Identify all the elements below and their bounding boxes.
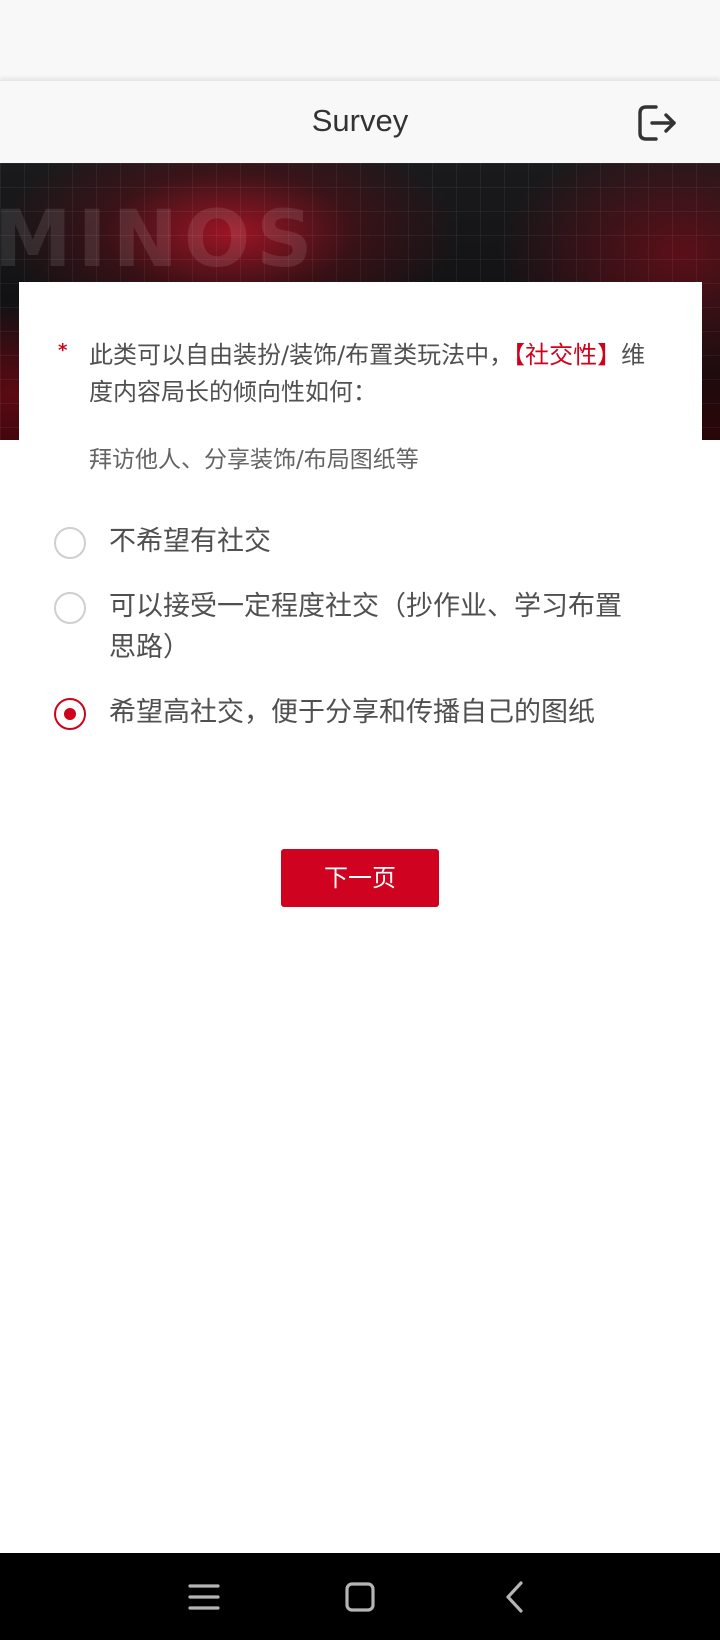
question-title-highlight: 【社交性】: [513, 341, 622, 369]
radio-selected-dot: [64, 708, 76, 720]
logout-icon[interactable]: [634, 99, 682, 147]
next-page-button[interactable]: 下一页: [281, 849, 439, 907]
required-mark: *: [58, 340, 68, 361]
option-high-social[interactable]: 希望高社交，便于分享和传播自己的图纸: [54, 697, 654, 778]
banner-logo: MINOS: [0, 195, 319, 285]
radio-button[interactable]: [54, 527, 86, 559]
home-square-icon[interactable]: [338, 1575, 382, 1619]
status-bar: [0, 0, 720, 80]
question-title: 此类可以自由装扮/装饰/布置类玩法中，【社交性】维度内容局长的倾向性如何：: [89, 337, 649, 411]
question-title-text: 此类可以自由装扮/装饰/布置类玩法中，: [89, 341, 514, 369]
menu-icon[interactable]: [182, 1575, 226, 1619]
option-label: 不希望有社交: [109, 526, 271, 557]
option-label: 可以接受一定程度社交（抄作业、学习布置思路）: [109, 591, 622, 663]
option-no-social[interactable]: 不希望有社交: [54, 526, 654, 567]
app-header: Survey: [0, 80, 720, 163]
radio-button[interactable]: [54, 592, 86, 624]
option-label: 希望高社交，便于分享和传播自己的图纸: [109, 697, 595, 728]
system-nav-bar: [0, 1553, 720, 1640]
page-title: Survey: [311, 103, 409, 138]
back-chevron-icon[interactable]: [494, 1575, 538, 1619]
question-description: 拜访他人、分享装饰/布局图纸等: [89, 447, 419, 473]
radio-button-selected[interactable]: [54, 698, 86, 730]
option-some-social[interactable]: 可以接受一定程度社交（抄作业、学习布置思路）: [54, 591, 654, 672]
